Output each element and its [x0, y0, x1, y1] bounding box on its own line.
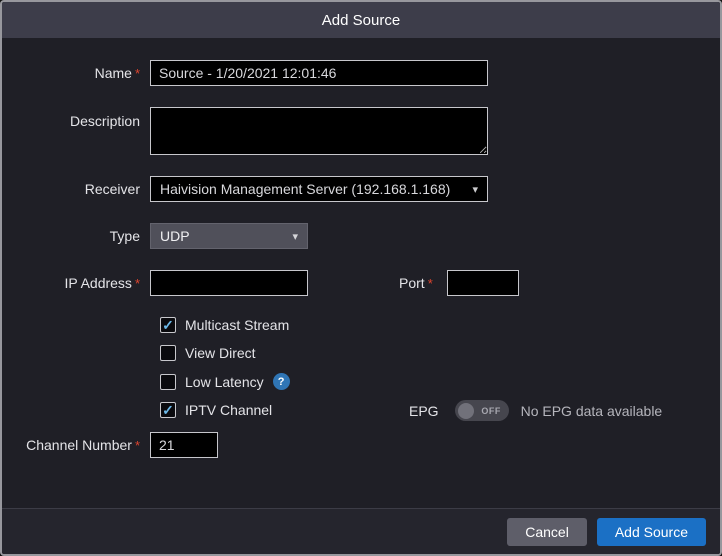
- toggle-knob-icon: [458, 403, 474, 419]
- view-direct-checkbox[interactable]: ✓: [160, 345, 176, 361]
- checkbox-group: ✓ Multicast Stream ✓ View Direct ✓ Low L…: [160, 317, 720, 418]
- receiver-label: Receiver: [2, 181, 150, 197]
- port-label: Port: [399, 275, 425, 291]
- iptv-channel-row: ✓ IPTV Channel EPG OFF No EPG data avail…: [160, 402, 720, 418]
- multicast-stream-row: ✓ Multicast Stream: [160, 317, 720, 333]
- view-direct-label: View Direct: [185, 345, 256, 361]
- description-row: Description: [2, 107, 720, 155]
- port-input[interactable]: [447, 270, 519, 296]
- check-icon: ✓: [162, 318, 174, 332]
- multicast-stream-label: Multicast Stream: [185, 317, 289, 333]
- required-asterisk: *: [135, 66, 140, 81]
- low-latency-row: ✓ Low Latency ?: [160, 373, 720, 390]
- cancel-button[interactable]: Cancel: [507, 518, 587, 546]
- type-dropdown[interactable]: UDP ▾: [150, 223, 308, 249]
- epg-message: No EPG data available: [521, 403, 663, 419]
- add-source-button[interactable]: Add Source: [597, 518, 706, 546]
- epg-label: EPG: [409, 403, 439, 419]
- type-row: Type UDP ▾: [2, 223, 720, 249]
- dialog-body: Name* Description Receiver Haivision Man…: [2, 38, 720, 508]
- channel-number-input[interactable]: [150, 432, 218, 458]
- channel-number-label: Channel Number*: [2, 437, 150, 453]
- type-label: Type: [2, 228, 150, 244]
- channel-number-row: Channel Number*: [2, 432, 720, 458]
- receiver-selected-value: Haivision Management Server (192.168.1.1…: [160, 181, 450, 197]
- epg-toggle-state: OFF: [474, 406, 509, 416]
- ip-port-row: IP Address* Port*: [2, 270, 720, 296]
- epg-section: EPG OFF No EPG data available: [409, 400, 662, 421]
- name-row: Name*: [2, 60, 720, 86]
- check-icon: ✓: [162, 403, 174, 417]
- low-latency-checkbox[interactable]: ✓: [160, 374, 176, 390]
- help-icon[interactable]: ?: [273, 373, 290, 390]
- chevron-down-icon: ▾: [292, 230, 298, 243]
- receiver-row: Receiver Haivision Management Server (19…: [2, 176, 720, 202]
- ip-address-label: IP Address*: [2, 275, 150, 291]
- view-direct-row: ✓ View Direct: [160, 345, 720, 361]
- name-label: Name*: [2, 65, 150, 81]
- chevron-down-icon: ▾: [472, 183, 478, 196]
- name-input[interactable]: [150, 60, 488, 86]
- description-label: Description: [2, 107, 150, 129]
- ip-address-input[interactable]: [150, 270, 308, 296]
- epg-toggle[interactable]: OFF: [455, 400, 509, 421]
- add-source-dialog: Add Source Name* Description Receiver Ha…: [0, 0, 722, 556]
- required-asterisk: *: [428, 276, 433, 291]
- receiver-dropdown[interactable]: Haivision Management Server (192.168.1.1…: [150, 176, 488, 202]
- description-textarea[interactable]: [150, 107, 488, 155]
- dialog-footer: Cancel Add Source: [2, 508, 720, 554]
- multicast-stream-checkbox[interactable]: ✓: [160, 317, 176, 333]
- low-latency-label: Low Latency: [185, 374, 264, 390]
- required-asterisk: *: [135, 438, 140, 453]
- type-selected-value: UDP: [160, 228, 190, 244]
- iptv-channel-label: IPTV Channel: [185, 402, 272, 418]
- dialog-title: Add Source: [322, 12, 400, 29]
- iptv-channel-checkbox[interactable]: ✓: [160, 402, 176, 418]
- required-asterisk: *: [135, 276, 140, 291]
- dialog-header: Add Source: [2, 2, 720, 38]
